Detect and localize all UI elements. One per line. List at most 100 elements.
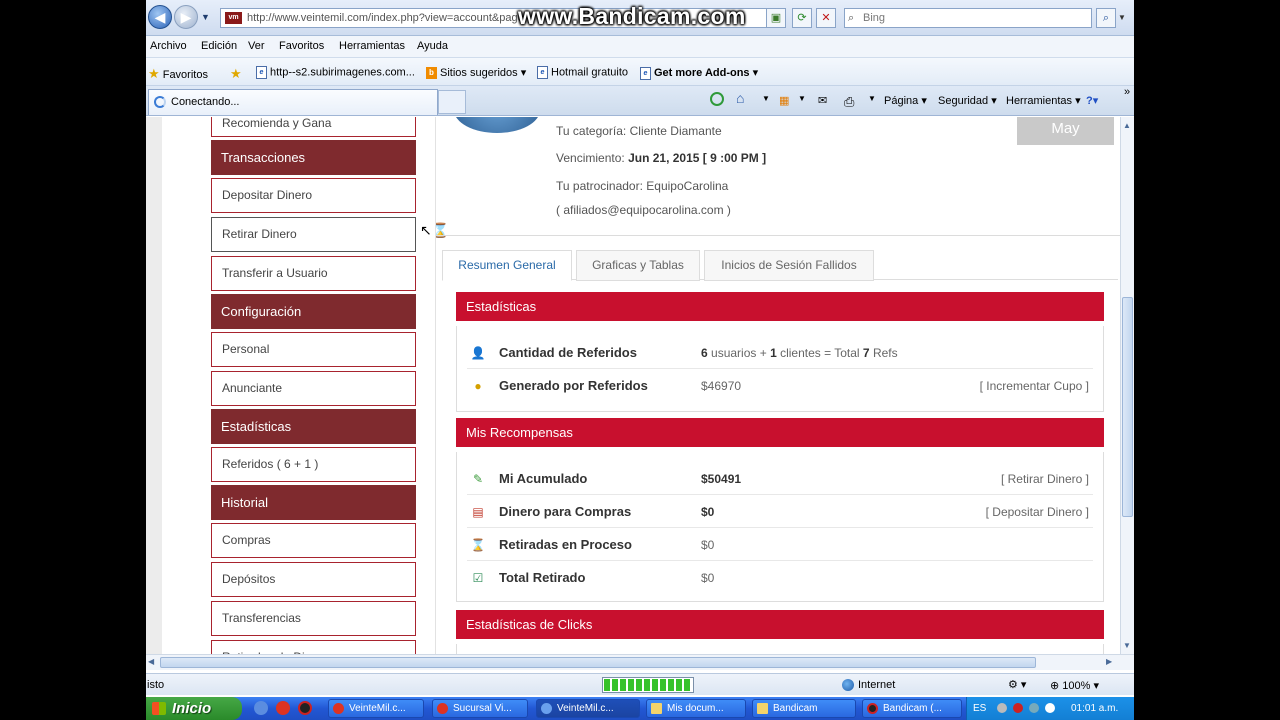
clock[interactable]: 01:01 a.m. [1071,703,1118,714]
scroll-up-icon[interactable]: ▲ [1123,121,1131,130]
fav-sitios-sugeridos[interactable]: b Sitios sugeridos ▾ [426,66,526,80]
home-icon[interactable]: ⌂ [736,90,744,106]
home-dropdown-icon[interactable]: ▼ [762,94,770,103]
tab-inicios-fallidos[interactable]: Inicios de Sesión Fallidos [704,250,874,281]
start-button[interactable]: Inicio [146,697,242,720]
favorites-button[interactable]: ★ Favoritos [148,66,208,82]
horizontal-scrollbar[interactable]: ◀ ▶ [146,654,1134,670]
taskbar-sucursal[interactable]: Sucursal Vi... [432,699,528,718]
tray-network-icon[interactable] [1029,703,1039,713]
taskbar-bandicam-app[interactable]: Bandicam (... [862,699,962,718]
sidebar-item-referidos[interactable]: Referidos ( 6 + 1 ) [211,447,416,482]
more-commands-icon[interactable]: » [1124,86,1130,98]
tray-app-icon[interactable] [997,703,1007,713]
vertical-scroll-thumb[interactable] [1122,297,1133,517]
forward-button[interactable]: ▶ [174,5,198,29]
category-line: Tu categoría: Cliente Diamante [556,124,722,138]
vertical-scrollbar[interactable]: ▲ ▼ [1120,117,1134,654]
feeds-dropdown-icon[interactable]: ▼ [798,94,806,103]
taskbar-veintemil-ie[interactable]: VeinteMil.c... [536,699,640,718]
sidebar-item-transferencias[interactable]: Transferencias [211,601,416,636]
print-icon[interactable]: ⎙ [844,94,854,110]
help-icon[interactable]: ?▾ [1086,94,1098,107]
feeds-icon[interactable]: ▦ [779,94,789,107]
sponsor-line: Tu patrocinador: EquipoCarolina [556,179,729,193]
stop-icon[interactable]: ✕ [816,8,836,28]
history-dropdown-icon[interactable]: ▼ [201,12,210,22]
retirar-dinero-link[interactable]: [ Retirar Dinero ] [1001,472,1089,486]
security-zone[interactable]: Internet [842,679,895,692]
favorites-bar: ★ Favoritos ★ e http--s2.subirimagenes.co… [146,58,1134,86]
status-text: isto [147,679,165,691]
money-icon: ✎ [472,472,484,486]
sidebar-item-compras[interactable]: Compras [211,523,416,558]
language-indicator[interactable]: ES [973,703,986,714]
menu-edicion[interactable]: Edición [201,40,237,52]
cart-icon: ▤ [472,505,484,519]
taskbar-veintemil-opera[interactable]: VeinteMil.c... [328,699,424,718]
scroll-right-icon[interactable]: ▶ [1106,657,1112,666]
fav-hotmail[interactable]: e Hotmail gratuito [537,66,628,79]
folder-icon [651,703,662,714]
incrementar-cupo-link[interactable]: [ Incrementar Cupo ] [980,379,1089,393]
sidebar-item-personal[interactable]: Personal [211,332,416,367]
scroll-down-icon[interactable]: ▼ [1123,641,1131,650]
search-options-dropdown-icon[interactable]: ▼ [1118,8,1130,28]
panel-estadisticas: 👤 Cantidad de Referidos 6 usuarios + 1 c… [456,326,1104,412]
fav-subirimagenes[interactable]: e http--s2.subirimagenes.com... [256,66,415,79]
sidebar-head-historial: Historial [211,485,416,520]
compatibility-view-icon[interactable]: ▣ [766,8,786,28]
ie-quicklaunch-icon[interactable] [254,701,268,715]
menu-archivo[interactable]: Archivo [150,40,187,52]
go-circle-icon[interactable] [710,92,724,106]
sidebar-item-depositar[interactable]: Depositar Dinero [211,178,416,213]
depositar-dinero-link[interactable]: [ Depositar Dinero ] [986,505,1089,519]
sidebar-item-depositos[interactable]: Depósitos [211,562,416,597]
security-menu[interactable]: Seguridad ▾ [938,94,997,107]
menu-herramientas[interactable]: Herramientas [339,40,405,52]
page-icon: e [256,66,267,79]
tab-resumen-general[interactable]: Resumen General [442,250,572,281]
mail-icon[interactable]: ✉ [818,94,827,107]
sidebar-item-retiradas[interactable]: Retiradas de Dinero [211,640,416,654]
scroll-left-icon[interactable]: ◀ [148,657,154,666]
horizontal-scroll-thumb[interactable] [160,657,1036,668]
page-menu[interactable]: Página ▾ [884,94,927,107]
row-mi-acumulado: ✎ Mi Acumulado $50491 [ Retirar Dinero ] [467,462,1093,495]
taskbar-mis-documentos[interactable]: Mis docum... [646,699,746,718]
windows-taskbar: Inicio VeinteMil.c... Sucursal Vi... Vei… [146,697,1134,720]
menu-ver[interactable]: Ver [248,40,265,52]
bing-icon: b [426,67,437,80]
summary-tabs: Resumen General Graficas y Tablas Inicio… [442,250,1118,281]
user-icon: 👤 [470,346,486,360]
bing-search-icon: ⌕ [848,12,855,24]
menu-ayuda[interactable]: Ayuda [417,40,448,52]
search-icon[interactable]: ⌕ [1096,8,1116,28]
tab-graficas-tablas[interactable]: Graficas y Tablas [576,250,700,281]
opera-quicklaunch-icon[interactable] [276,701,290,715]
back-button[interactable]: ◀ [148,5,172,29]
fav-get-addons[interactable]: e Get more Add-ons ▾ [640,66,758,80]
tray-volume-icon[interactable] [1045,703,1055,713]
new-tab-button[interactable] [438,90,466,114]
hourglass-icon: ⌛ [470,538,486,552]
sidebar-item-anunciante[interactable]: Anunciante [211,371,416,406]
sidebar-item-retirar[interactable]: Retirar Dinero [211,217,416,252]
sidebar-item-transferir[interactable]: Transferir a Usuario [211,256,416,291]
taskbar-bandicam-folder[interactable]: Bandicam [752,699,856,718]
browser-tab[interactable]: Conectando... [148,89,438,115]
add-favorite-icon[interactable]: ★ [230,66,242,82]
tray-record-icon[interactable] [1013,703,1023,713]
search-input[interactable]: ⌕ Bing [844,8,1092,28]
check-icon: ☑ [472,571,484,585]
print-dropdown-icon[interactable]: ▼ [868,94,876,103]
tools-menu[interactable]: Herramientas ▾ [1006,94,1081,107]
zoom-level[interactable]: ⊕ 100% ▾ [1050,679,1099,692]
bandicam-quicklaunch-icon[interactable] [298,701,312,715]
menu-favoritos[interactable]: Favoritos [279,40,324,52]
menu-bar: Archivo Edición Ver Favoritos Herramient… [146,36,1134,58]
sidebar-item-recomienda[interactable]: Recomienda y Gana [211,117,416,137]
refresh-icon[interactable]: ⟳ [792,8,812,28]
protected-mode-icon[interactable]: ⚙ ▾ [1008,678,1026,691]
status-bar: isto Internet ⚙ ▾ ⊕ 100% ▾ [146,673,1134,695]
